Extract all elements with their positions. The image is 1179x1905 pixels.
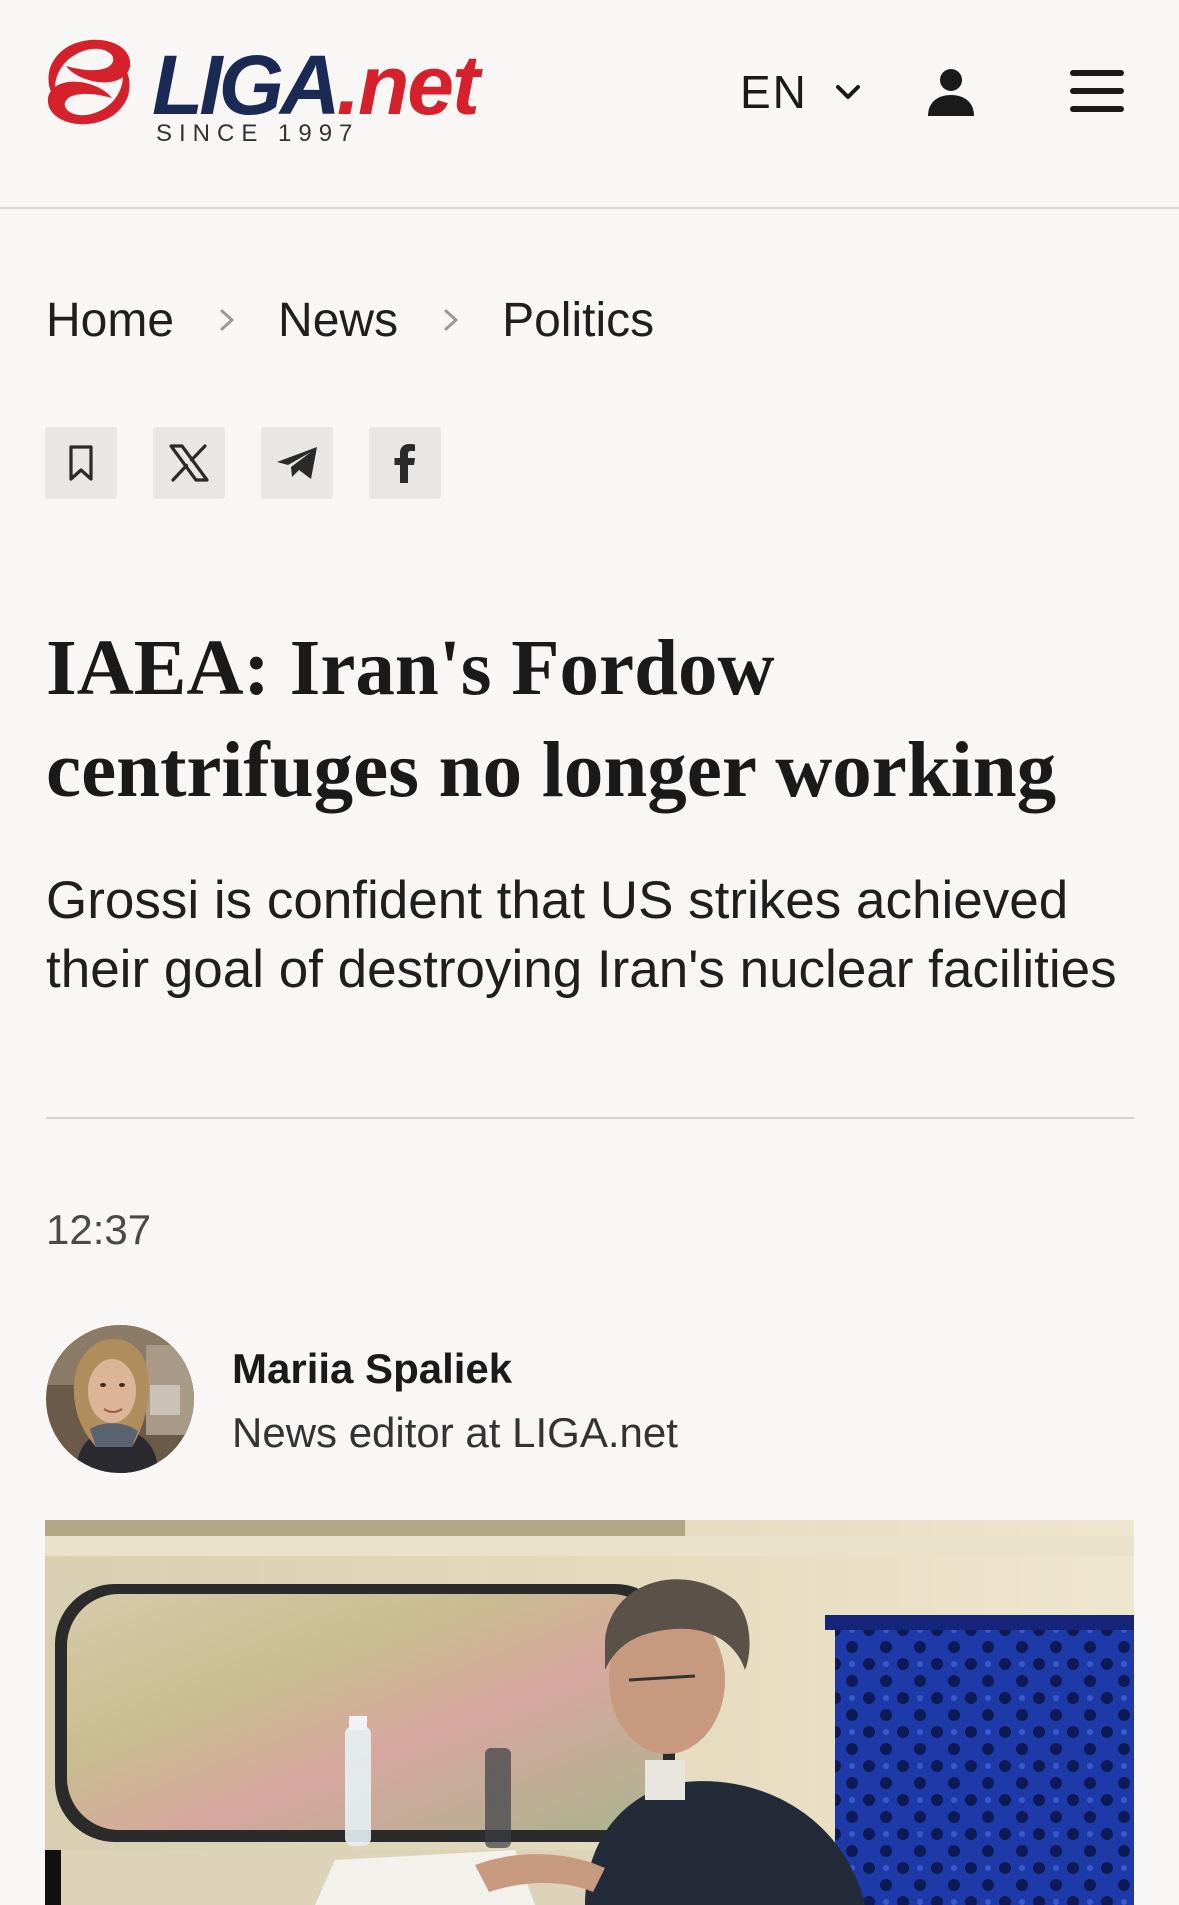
language-selector[interactable]: EN [740,62,862,122]
share-toolbar [45,427,477,499]
site-header: LIGA.net SINCE 1997 EN [0,0,1179,209]
avatar-image [46,1325,194,1473]
article-photo-image [45,1520,1134,1905]
logo-name: LIGA [152,38,341,132]
chevron-right-icon [220,309,234,331]
site-logo[interactable]: LIGA.net SINCE 1997 [44,36,524,152]
author-name[interactable]: Mariia Spaliek [232,1345,512,1393]
language-label: EN [740,66,808,118]
article-headline: IAEA: Iran's Fordow centrifuges no longe… [46,625,1057,814]
logo-wordmark: LIGA.net [152,38,480,132]
share-facebook-button[interactable] [369,427,441,499]
article-photo [45,1520,1134,1905]
x-twitter-icon [169,444,209,482]
facebook-icon [394,444,415,483]
article-subtitle: Grossi is confident that US strikes achi… [46,871,1117,999]
breadcrumb: Home News Politics [46,290,654,350]
breadcrumb-politics[interactable]: Politics [502,293,654,348]
hamburger-menu-icon[interactable] [1068,66,1126,116]
breadcrumb-news[interactable]: News [278,293,398,348]
publish-time: 12:37 [46,1206,152,1253]
author-role: News editor at LIGA.net [232,1409,678,1456]
liga-swirl-icon [47,39,131,125]
logo-tld: .net [336,38,480,132]
chevron-down-icon [835,85,860,99]
breadcrumb-home[interactable]: Home [46,293,174,348]
bookmark-icon [69,445,93,481]
share-x-button[interactable] [153,427,225,499]
telegram-icon [277,447,317,479]
chevron-right-icon [444,309,458,331]
share-telegram-button[interactable] [261,427,333,499]
logo-tagline: SINCE 1997 [156,120,360,147]
bookmark-button[interactable] [45,427,117,499]
user-icon[interactable] [925,66,977,118]
divider [46,1117,1134,1119]
author-avatar[interactable] [46,1325,194,1473]
